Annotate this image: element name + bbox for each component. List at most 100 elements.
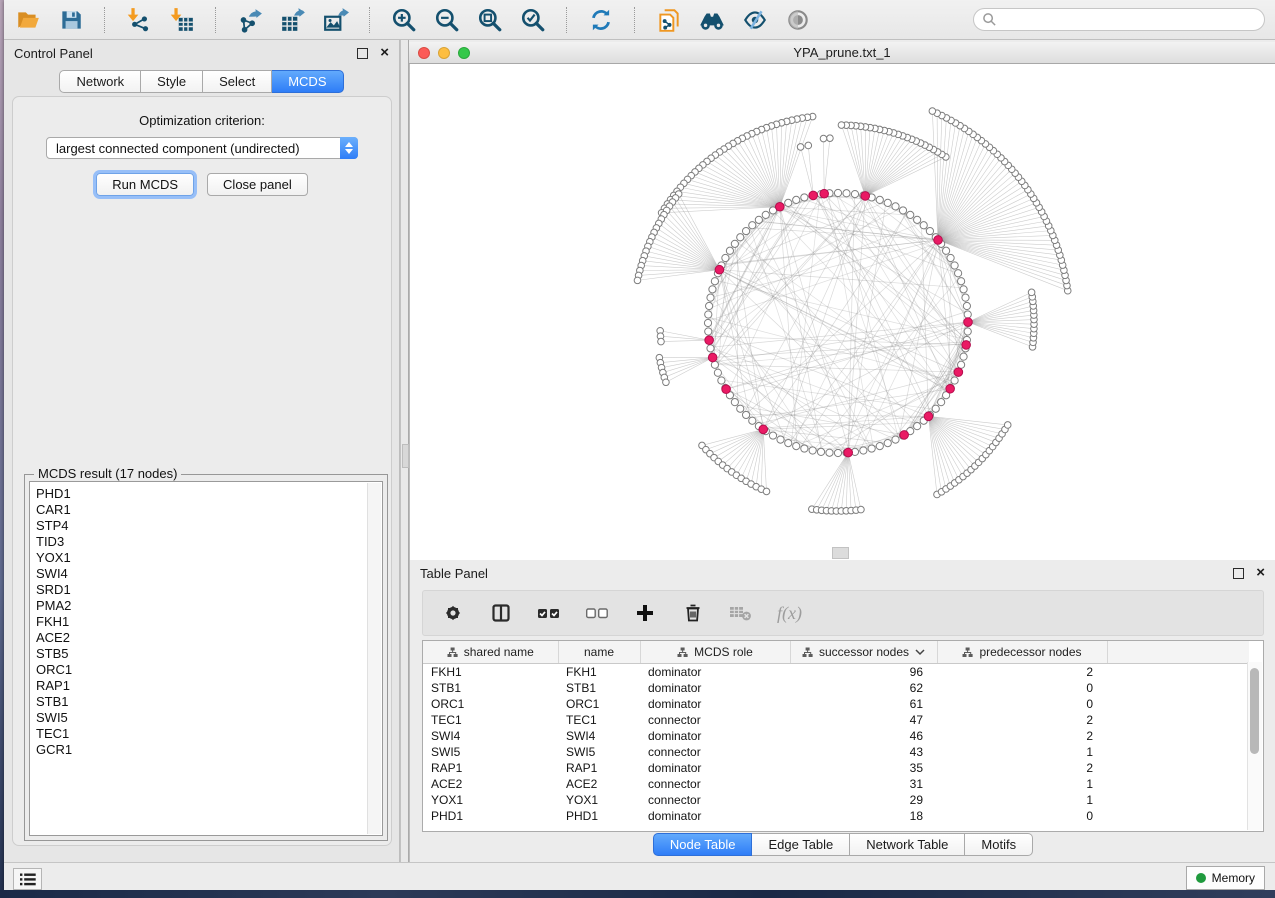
network-node[interactable] <box>947 254 954 261</box>
table-row[interactable]: PHD1PHD1dominator180 <box>423 808 1249 824</box>
tab-select[interactable]: Select <box>203 70 272 93</box>
zoom-in-icon[interactable] <box>390 6 418 34</box>
splitter-grip[interactable] <box>402 444 409 468</box>
add-column-icon[interactable] <box>633 601 657 625</box>
mcds-result-item[interactable]: SWI5 <box>36 710 382 726</box>
network-node[interactable] <box>801 194 808 201</box>
network-node[interactable] <box>964 311 971 318</box>
float-panel-icon[interactable] <box>357 48 368 59</box>
network-node[interactable] <box>955 270 962 277</box>
mcds-node[interactable] <box>820 189 829 198</box>
network-node[interactable] <box>963 302 970 309</box>
network-node[interactable] <box>892 203 899 210</box>
network-node[interactable] <box>704 319 711 326</box>
mcds-node[interactable] <box>708 353 717 362</box>
network-node[interactable] <box>706 302 713 309</box>
network-node[interactable] <box>942 247 949 254</box>
network-node[interactable] <box>793 196 800 203</box>
network-node[interactable] <box>958 278 965 285</box>
network-node[interactable] <box>711 278 718 285</box>
search-field[interactable] <box>973 8 1265 31</box>
network-node[interactable] <box>914 216 921 223</box>
tab-motifs[interactable]: Motifs <box>965 833 1033 856</box>
network-node[interactable] <box>929 108 936 115</box>
network-node[interactable] <box>892 436 899 443</box>
network-node[interactable] <box>658 338 665 345</box>
close-panel-button[interactable]: Close panel <box>207 173 308 196</box>
network-node[interactable] <box>634 277 641 284</box>
export-network-icon[interactable] <box>236 6 264 34</box>
mcds-result-item[interactable]: TEC1 <box>36 726 382 742</box>
select-all-icon[interactable] <box>537 601 561 625</box>
table-row[interactable]: TEC1TEC1connector472 <box>423 712 1249 728</box>
mcds-node[interactable] <box>775 202 784 211</box>
network-node[interactable] <box>722 254 729 261</box>
network-node[interactable] <box>899 207 906 214</box>
mcds-node[interactable] <box>964 318 973 327</box>
mcds-result-item[interactable]: PMA2 <box>36 598 382 614</box>
deselect-all-icon[interactable] <box>585 601 609 625</box>
tab-node-table[interactable]: Node Table <box>653 833 753 856</box>
mcds-node[interactable] <box>946 384 955 393</box>
open-file-icon[interactable] <box>14 6 42 34</box>
table-scrollbar-thumb[interactable] <box>1250 668 1259 754</box>
task-history-button[interactable] <box>13 868 42 890</box>
network-node[interactable] <box>705 311 712 318</box>
network-node[interactable] <box>838 122 845 129</box>
table-row[interactable]: ACE2ACE2connector311 <box>423 776 1249 792</box>
network-node[interactable] <box>797 144 804 151</box>
mcds-result-item[interactable]: TID3 <box>36 534 382 550</box>
network-node[interactable] <box>860 447 867 454</box>
mcds-node[interactable] <box>924 412 933 421</box>
network-node[interactable] <box>876 443 883 450</box>
network-node[interactable] <box>932 405 939 412</box>
table-settings-icon[interactable] <box>441 601 465 625</box>
tab-mcds[interactable]: MCDS <box>272 70 343 93</box>
network-node[interactable] <box>718 377 725 384</box>
mcds-result-item[interactable]: STB1 <box>36 694 382 710</box>
network-node[interactable] <box>920 222 927 229</box>
network-node[interactable] <box>962 294 969 301</box>
network-node[interactable] <box>762 211 769 218</box>
mcds-result-item[interactable]: STB5 <box>36 646 382 662</box>
network-node[interactable] <box>884 440 891 447</box>
network-node[interactable] <box>843 190 850 197</box>
zoom-fit-icon[interactable] <box>476 6 504 34</box>
network-node[interactable] <box>749 417 756 424</box>
mcds-node[interactable] <box>934 236 943 245</box>
horizontal-splitter-grip[interactable] <box>832 547 849 559</box>
result-scrollbar[interactable] <box>367 483 381 834</box>
network-node[interactable] <box>834 449 841 456</box>
network-node[interactable] <box>914 423 921 430</box>
network-node[interactable] <box>868 445 875 452</box>
network-node[interactable] <box>858 506 865 513</box>
network-node[interactable] <box>801 445 808 452</box>
network-node[interactable] <box>707 294 714 301</box>
mcds-result-item[interactable]: ACE2 <box>36 630 382 646</box>
network-node[interactable] <box>793 443 800 450</box>
network-node[interactable] <box>851 191 858 198</box>
tab-network-table[interactable]: Network Table <box>850 833 965 856</box>
network-node[interactable] <box>742 411 749 418</box>
mcds-result-item[interactable]: FKH1 <box>36 614 382 630</box>
network-node[interactable] <box>1028 289 1035 296</box>
network-canvas[interactable] <box>409 64 1275 560</box>
vizmapper-preview-icon[interactable] <box>741 6 769 34</box>
network-node[interactable] <box>714 369 721 376</box>
mcds-result-item[interactable]: STP4 <box>36 518 382 534</box>
table-row[interactable]: ORC1ORC1dominator610 <box>423 696 1249 712</box>
mcds-node[interactable] <box>861 192 870 201</box>
network-node[interactable] <box>785 440 792 447</box>
tab-network[interactable]: Network <box>59 70 141 93</box>
network-node[interactable] <box>705 328 712 335</box>
network-node[interactable] <box>726 247 733 254</box>
network-node[interactable] <box>827 135 834 142</box>
mcds-node[interactable] <box>759 425 768 434</box>
mcds-result-item[interactable]: PHD1 <box>36 486 382 502</box>
import-network-icon[interactable] <box>125 6 153 34</box>
clone-network-icon[interactable] <box>655 6 683 34</box>
table-row[interactable]: RAP1RAP1dominator352 <box>423 760 1249 776</box>
mcds-result-item[interactable]: GCR1 <box>36 742 382 758</box>
search-network-icon[interactable] <box>698 6 726 34</box>
column-header-mcds-role[interactable]: MCDS role <box>640 641 790 664</box>
